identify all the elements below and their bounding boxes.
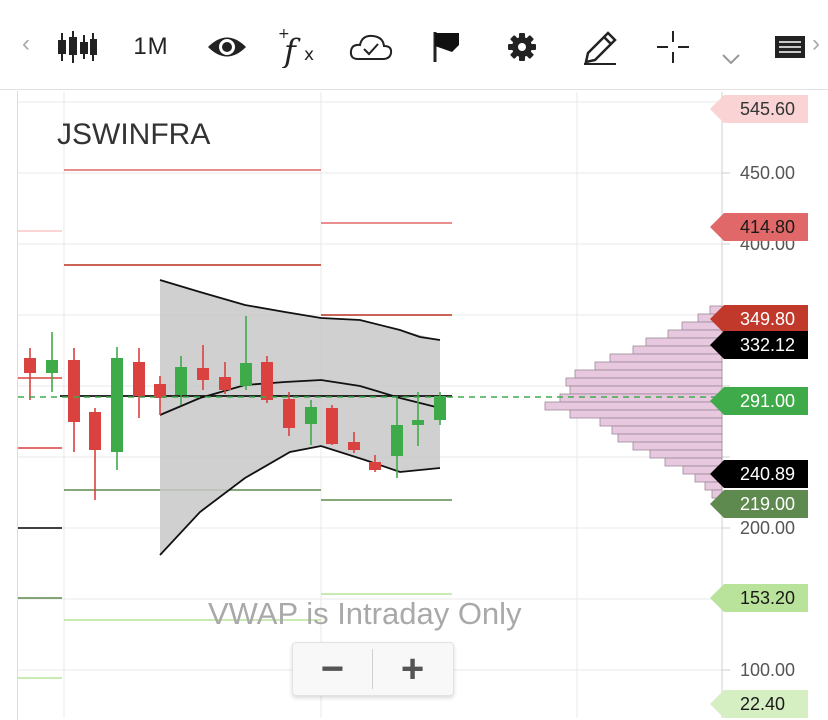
volume-profile-bar-10 [569, 385, 723, 395]
price-tag-label: 219.00 [740, 494, 796, 514]
price-tag-label: 332.12 [740, 335, 796, 355]
volume-profile [544, 305, 723, 507]
volume-profile-bar-17 [632, 441, 723, 451]
candle-body [133, 362, 145, 396]
candle-body [240, 363, 252, 386]
axis-label-200: 200.00 [740, 518, 796, 538]
volume-profile-bar-16 [617, 433, 723, 443]
zoom-out-button[interactable]: − [293, 643, 372, 695]
vwap-notice: VWAP is Intraday Only [208, 596, 522, 631]
candle-body [175, 367, 187, 395]
candle-body [89, 412, 101, 450]
candle-body [111, 358, 123, 452]
candle-body [412, 420, 424, 425]
candle-1 [46, 332, 58, 392]
candle-body [261, 362, 273, 400]
candle-body [326, 408, 338, 444]
candle-body [154, 384, 166, 398]
candle-body [197, 368, 209, 380]
candle-3 [89, 408, 101, 500]
price-tag-label: 414.80 [740, 217, 796, 237]
price-tag-label: 240.89 [740, 464, 796, 484]
volume-profile-bar-6 [609, 353, 723, 363]
volume-profile-bar-7 [594, 361, 723, 371]
candle-4 [111, 347, 123, 470]
volume-profile-bar-18 [649, 449, 723, 459]
candle-body [24, 358, 36, 373]
candle-body [369, 462, 381, 470]
candle-body [305, 407, 317, 424]
candle-body [46, 360, 58, 373]
zoom-in-button[interactable]: + [373, 643, 452, 695]
candle-body [283, 399, 295, 428]
candle-body [348, 442, 360, 450]
volume-profile-bar-12 [544, 401, 723, 411]
candle-14 [326, 405, 338, 445]
price-tag-label: 291.00 [740, 391, 796, 411]
price-tag-label: 22.40 [740, 694, 786, 714]
volume-profile-bar-15 [611, 425, 723, 435]
candle-body [434, 396, 446, 420]
candle-body [68, 360, 80, 422]
candle-11 [261, 356, 273, 403]
volume-profile-bar-13 [569, 409, 723, 419]
candle-body [391, 425, 403, 456]
axis-label-100: 100.00 [740, 660, 796, 680]
volume-profile-bar-14 [599, 417, 723, 427]
candle-body [219, 377, 231, 390]
axis-label-450: 450.00 [740, 163, 796, 183]
candle-2 [68, 348, 80, 452]
volume-profile-bar-5 [632, 345, 723, 355]
volume-profile-bar-11 [559, 393, 723, 403]
price-tag-label: 545.60 [740, 99, 796, 119]
volume-profile-bar-9 [565, 377, 723, 387]
zoom-control: − + [292, 642, 454, 696]
chart-symbol-title: JSWINFRA [57, 118, 211, 151]
candle-0 [24, 348, 36, 400]
price-tag-label: 349.80 [740, 309, 796, 329]
price-tag-label: 153.20 [740, 588, 796, 608]
volume-profile-bar-8 [574, 369, 723, 379]
candle-5 [133, 348, 145, 418]
